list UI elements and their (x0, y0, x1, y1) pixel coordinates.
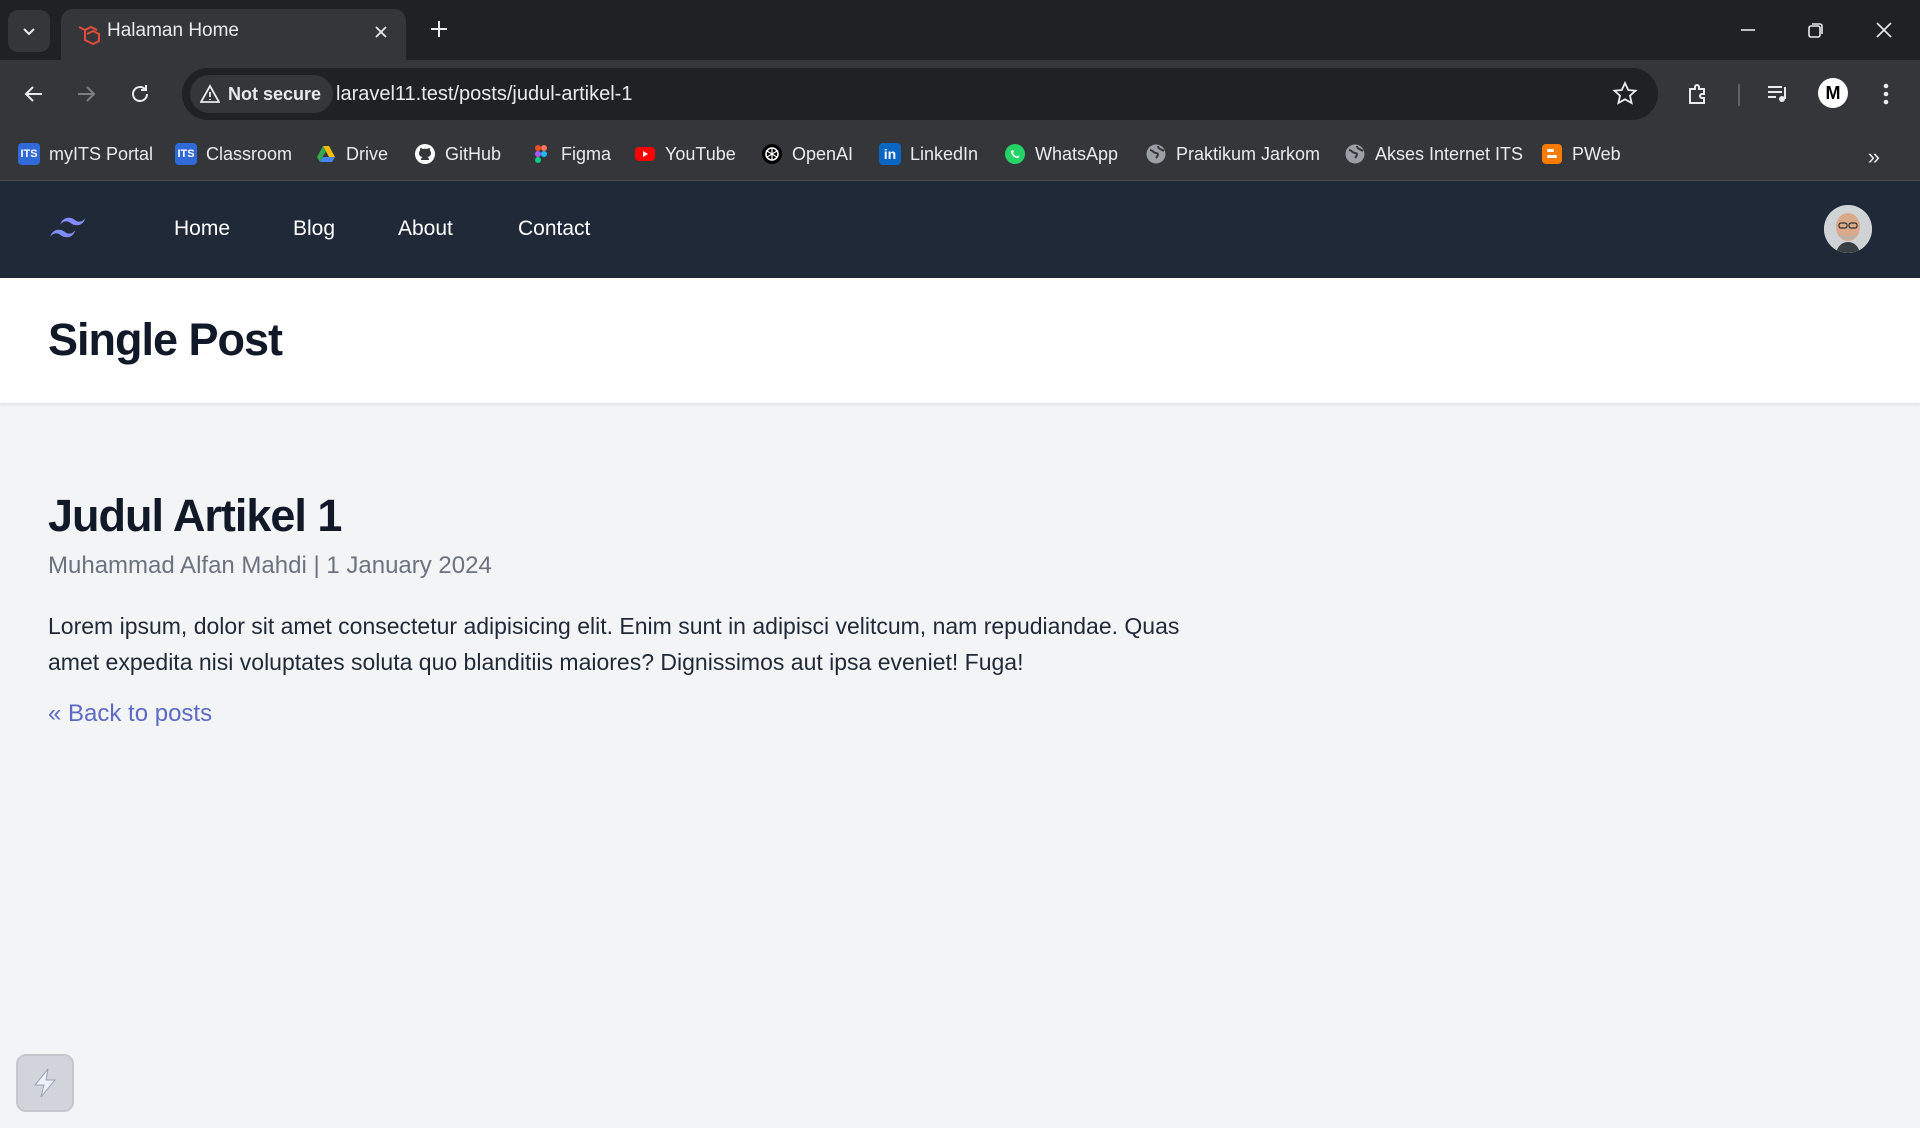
its-icon: ITS (18, 143, 40, 165)
tailwind-logo-icon (50, 217, 86, 238)
figma-icon (535, 145, 547, 163)
forward-button[interactable] (66, 74, 106, 114)
chevron-down-icon (23, 28, 35, 36)
post-body: Lorem ipsum, dolor sit amet consectetur … (48, 613, 1180, 675)
security-label: Not secure (228, 83, 322, 104)
post-title: Judul Artikel 1 (48, 490, 342, 541)
youtube-icon (635, 147, 655, 161)
laravel-icon (78, 25, 100, 46)
bookmark-label: YouTube (665, 143, 736, 164)
address-bar[interactable]: Not secure laravel11.test/posts/judul-ar… (182, 68, 1658, 120)
nav-link-about[interactable]: About (382, 205, 469, 253)
warning-icon (200, 84, 220, 103)
url-path: /posts/judul-artikel-1 (453, 83, 633, 105)
bookmark-figma[interactable]: Figma (530, 138, 611, 170)
puzzle-icon (1689, 84, 1705, 104)
nav-link-home[interactable]: Home (158, 205, 246, 253)
bookmark-label: OpenAI (792, 143, 854, 164)
bookmark-youtube[interactable]: YouTube (634, 138, 736, 170)
new-tab-button[interactable] (424, 14, 454, 44)
playlist-icon (1768, 86, 1786, 102)
more-bookmarks-icon[interactable]: » (1868, 144, 1880, 170)
bookmark-label: LinkedIn (910, 143, 979, 164)
plus-icon (431, 21, 447, 37)
bookmark-label: PWeb (1572, 143, 1621, 164)
close-tab-button[interactable] (370, 21, 392, 43)
bookmark-github[interactable]: GitHub (414, 138, 501, 170)
bookmarks-bar: ITS myITS Portal ITS Classroom Drive Git… (0, 128, 1920, 181)
bookmark-label: Akses Internet ITS (1375, 143, 1524, 164)
back-button[interactable] (14, 74, 54, 114)
bookmark-pweb[interactable]: PWeb (1541, 138, 1621, 170)
arrow-left-icon (24, 86, 42, 102)
toolbar-divider (1738, 84, 1740, 106)
url-host: laravel11.test (336, 83, 454, 105)
bookmark-label: Drive (346, 143, 389, 164)
close-icon (375, 26, 387, 38)
globe-icon (1146, 144, 1166, 164)
active-tab[interactable]: Halaman Home (61, 9, 406, 60)
bookmark-akses-internet-its[interactable]: Akses Internet ITS (1344, 138, 1523, 170)
post-meta: Muhammad Alfan Mahdi | 1 January 2024 (48, 552, 492, 579)
reload-icon (132, 85, 148, 102)
bookmark-praktikum-jarkom[interactable]: Praktikum Jarkom (1145, 138, 1320, 170)
browser-toolbar: Not secure laravel11.test/posts/judul-ar… (0, 60, 1920, 128)
restore-icon (1808, 23, 1823, 38)
github-icon (415, 144, 435, 164)
openai-icon (762, 144, 782, 164)
tab-strip: Halaman Home (0, 0, 1920, 60)
media-controls-button[interactable] (1760, 76, 1796, 112)
debugbar-toggle-button[interactable] (16, 1054, 74, 1112)
bookmark-openai[interactable]: OpenAI (761, 138, 853, 170)
bookmark-label: myITS Portal (49, 143, 154, 164)
user-photo-icon (1824, 205, 1872, 253)
minimize-button[interactable] (1720, 8, 1776, 52)
browser-menu-button[interactable] (1868, 76, 1904, 112)
back-to-posts-link[interactable]: « Back to posts (48, 700, 212, 728)
whatsapp-icon (1005, 144, 1025, 164)
post-article: Judul Artikel 1 Muhammad Alfan Mahdi | 1… (48, 488, 1208, 728)
arrow-right-icon (78, 86, 96, 102)
page-title: Single Post (48, 314, 283, 365)
restore-button[interactable] (1788, 8, 1844, 52)
nav-link-blog[interactable]: Blog (277, 205, 351, 253)
bookmark-classroom[interactable]: ITS Classroom (175, 138, 292, 170)
bookmark-drive[interactable]: Drive (315, 138, 388, 170)
close-window-button[interactable] (1856, 8, 1912, 52)
extensions-button[interactable] (1680, 76, 1716, 112)
page-header: Single Post (0, 278, 1920, 404)
bookmark-label: Figma (561, 143, 612, 164)
more-vertical-icon (1883, 83, 1889, 105)
nav-link-contact[interactable]: Contact (502, 205, 606, 253)
reload-button[interactable] (120, 74, 160, 114)
bookmark-label: WhatsApp (1035, 143, 1119, 164)
bookmark-star-icon[interactable] (1612, 81, 1638, 107)
globe-icon (1345, 144, 1365, 164)
close-icon (1876, 22, 1892, 38)
bookmark-whatsapp[interactable]: WhatsApp (1004, 138, 1118, 170)
blogger-icon (1542, 144, 1562, 164)
url-text[interactable]: laravel11.test/posts/judul-artikel-1 (336, 68, 632, 120)
lightning-icon (33, 1068, 57, 1098)
bookmark-linkedin[interactable]: in LinkedIn (879, 138, 978, 170)
drive-icon (317, 146, 335, 162)
its-icon: ITS (175, 143, 197, 165)
profile-avatar[interactable]: M (1818, 78, 1848, 108)
minimize-icon (1741, 29, 1755, 31)
security-indicator[interactable]: Not secure (190, 75, 334, 113)
bookmark-label: Praktikum Jarkom (1176, 143, 1321, 164)
user-avatar[interactable] (1824, 205, 1872, 253)
bookmark-label: Classroom (206, 143, 293, 164)
bookmark-myits-portal[interactable]: ITS myITS Portal (18, 138, 153, 170)
linkedin-icon: in (879, 143, 901, 165)
tab-search-button[interactable] (8, 10, 50, 52)
bookmark-label: GitHub (445, 143, 502, 164)
tab-title: Halaman Home (107, 20, 239, 41)
site-navbar: Home Blog About Contact (0, 181, 1920, 278)
